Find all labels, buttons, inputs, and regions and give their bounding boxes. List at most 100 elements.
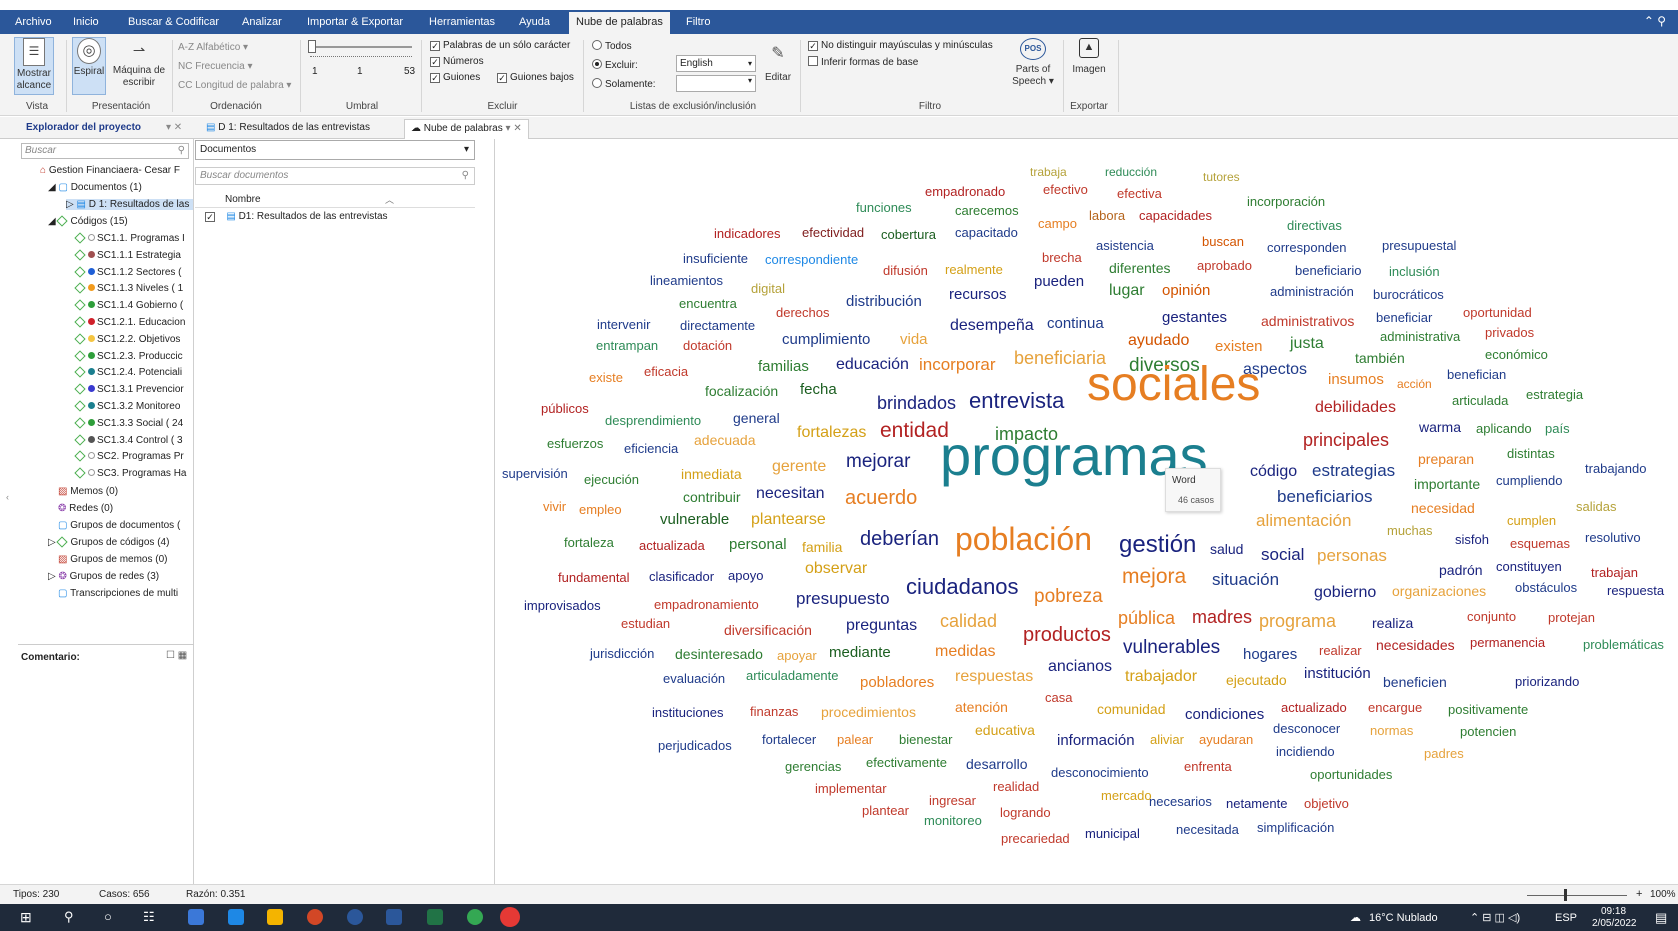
cloud-word[interactable]: gerente xyxy=(772,458,826,475)
cloud-word[interactable]: contribuir xyxy=(683,490,741,504)
notifications-icon[interactable]: ▤ xyxy=(1655,910,1667,926)
cloud-word[interactable]: fortaleza xyxy=(564,536,614,549)
cloud-word[interactable]: constituyen xyxy=(1496,560,1562,573)
cloud-word[interactable]: diferentes xyxy=(1109,261,1170,275)
cloud-word[interactable]: respuesta xyxy=(1607,584,1664,597)
cloud-word[interactable]: perjudicados xyxy=(658,739,732,752)
cloud-word[interactable]: pública xyxy=(1118,609,1175,627)
tree-grupos-codigos[interactable]: ▷ Grupos de códigos (4) xyxy=(48,536,169,548)
cloud-word[interactable]: plantear xyxy=(862,804,909,817)
cloud-word[interactable]: encargue xyxy=(1368,701,1422,714)
cloud-word[interactable]: madres xyxy=(1192,608,1252,626)
cloud-word[interactable]: trabajando xyxy=(1585,462,1646,475)
cloud-word[interactable]: capacidades xyxy=(1139,209,1212,222)
clock-time[interactable]: 09:18 xyxy=(1601,906,1626,917)
docs-table-row[interactable]: ✓ ▤ D1: Resultados de las entrevistas xyxy=(205,211,388,222)
tree-codigos[interactable]: ◢ Códigos (15) xyxy=(48,215,128,227)
excluir-guiones-checkbox[interactable]: ✓ Guiones xyxy=(430,72,480,83)
cloud-word[interactable]: esquemas xyxy=(1510,537,1570,550)
menu-filtro[interactable]: Filtro xyxy=(679,10,717,34)
cloud-word[interactable]: intervenir xyxy=(597,318,650,331)
cloud-word[interactable]: calidad xyxy=(940,612,997,630)
cloud-word[interactable]: campo xyxy=(1038,217,1077,230)
file-explorer-icon[interactable] xyxy=(267,909,283,925)
cloud-word[interactable]: efectiva xyxy=(1117,187,1162,200)
cloud-word[interactable]: estudian xyxy=(621,617,670,630)
cloud-word[interactable]: labora xyxy=(1089,209,1125,222)
word-icon[interactable] xyxy=(386,909,402,925)
cloud-word[interactable]: desempeña xyxy=(950,317,1034,334)
tree-memos[interactable]: ▨ Memos (0) xyxy=(58,486,118,497)
cloud-word[interactable]: condiciones xyxy=(1185,707,1264,722)
cloud-word[interactable]: normas xyxy=(1370,724,1413,737)
umbral-slider-track[interactable] xyxy=(310,46,412,48)
browser-icon[interactable] xyxy=(347,909,363,925)
cloud-word[interactable]: ayudado xyxy=(1128,332,1189,349)
cloud-word[interactable]: clasificador xyxy=(649,570,714,583)
cloud-word[interactable]: principales xyxy=(1303,431,1389,449)
menu-ayuda[interactable]: Ayuda xyxy=(512,10,557,34)
tree-grupos-documentos[interactable]: ▢ Grupos de documentos ( xyxy=(58,520,180,531)
cloud-word[interactable]: privados xyxy=(1485,326,1534,339)
cloud-word[interactable]: entrevista xyxy=(969,389,1064,412)
menu-herramientas[interactable]: Herramientas xyxy=(422,10,502,34)
tab-explorer-pin-close[interactable]: ▾ ✕ xyxy=(160,119,188,139)
cloud-word[interactable]: eficacia xyxy=(644,365,688,378)
zoom-slider-track[interactable] xyxy=(1527,895,1627,896)
cloud-word[interactable]: vulnerable xyxy=(660,512,729,527)
atlas-ti-icon[interactable] xyxy=(500,907,520,927)
windows-start-icon[interactable]: ⊞ xyxy=(20,909,32,926)
cloud-word[interactable]: directamente xyxy=(680,319,755,332)
cloud-word[interactable]: warma xyxy=(1419,420,1461,434)
cloud-word[interactable]: actualizada xyxy=(639,539,705,552)
cloud-word[interactable]: fortalezas xyxy=(797,424,866,441)
cloud-word[interactable]: logrando xyxy=(1000,806,1051,819)
cloud-word[interactable]: resolutivo xyxy=(1585,531,1641,544)
code-item[interactable]: SC3. Programas Ha xyxy=(74,467,186,479)
sort-alfabetico[interactable]: A-Z Alfabético ▾ xyxy=(178,42,248,53)
cloud-word[interactable]: estrategia xyxy=(1526,388,1583,401)
tree-project[interactable]: ⌂ Gestion Financiaera- Cesar F xyxy=(40,165,180,176)
code-item[interactable]: SC1.2.2. Objetivos xyxy=(74,333,180,345)
inferir-formas-checkbox[interactable]: Inferir formas de base xyxy=(808,56,918,68)
cloud-word[interactable]: beneficiar xyxy=(1376,311,1432,324)
cloud-word[interactable]: acuerdo xyxy=(845,488,917,508)
cloud-word[interactable]: plantearse xyxy=(751,511,826,528)
cloud-word[interactable]: lugar xyxy=(1109,282,1145,299)
cloud-word[interactable]: salidas xyxy=(1576,500,1616,513)
zoom-slider-thumb[interactable] xyxy=(1564,889,1567,901)
cloud-word[interactable]: pueden xyxy=(1034,274,1084,289)
cloud-word[interactable]: supervisión xyxy=(502,467,568,480)
cloud-word[interactable]: programa xyxy=(1259,612,1336,630)
cloud-word[interactable]: existe xyxy=(589,371,623,384)
cloud-word[interactable]: ejecutado xyxy=(1226,673,1287,687)
cloud-word[interactable]: conjunto xyxy=(1467,610,1516,623)
cloud-word[interactable]: mediante xyxy=(829,645,891,660)
cloud-word[interactable]: presupuesto xyxy=(796,590,890,607)
menu-buscar-codificar[interactable]: Buscar & Codificar xyxy=(121,10,226,34)
cloud-word[interactable]: padrón xyxy=(1439,563,1483,577)
todos-radio[interactable]: Todos xyxy=(592,40,632,52)
cloud-word[interactable]: beneficien xyxy=(1383,675,1447,689)
maquina-escribir-button[interactable]: ⇀ Máquina de escribir xyxy=(110,37,168,95)
cloud-word[interactable]: ayudaran xyxy=(1199,733,1253,746)
cloud-word[interactable]: administración xyxy=(1270,285,1354,298)
cloud-word[interactable]: preparan xyxy=(1418,452,1474,466)
cloud-word[interactable]: entrampan xyxy=(596,339,658,352)
cloud-word[interactable]: vulnerables xyxy=(1123,638,1220,657)
cloud-word[interactable]: necesitan xyxy=(756,485,825,502)
cloud-word[interactable]: instituciones xyxy=(652,706,724,719)
cloud-word[interactable]: familia xyxy=(802,540,842,554)
cloud-word[interactable]: efectivo xyxy=(1043,183,1088,196)
cloud-word[interactable]: mejorar xyxy=(846,452,910,471)
cloud-word[interactable]: recursos xyxy=(949,287,1007,302)
cloud-word[interactable]: positivamente xyxy=(1448,703,1528,716)
close-icon[interactable]: ▾ ✕ xyxy=(506,123,522,134)
cloud-word[interactable]: trabajador xyxy=(1125,668,1197,685)
cloud-word[interactable]: palear xyxy=(837,733,873,746)
cloud-word[interactable]: improvisados xyxy=(524,599,601,612)
cloud-word[interactable]: monitoreo xyxy=(924,814,982,827)
cloud-word[interactable]: públicos xyxy=(541,402,589,415)
cloud-word[interactable]: casa xyxy=(1045,691,1072,704)
solamente-radio[interactable]: Solamente: xyxy=(592,78,656,90)
